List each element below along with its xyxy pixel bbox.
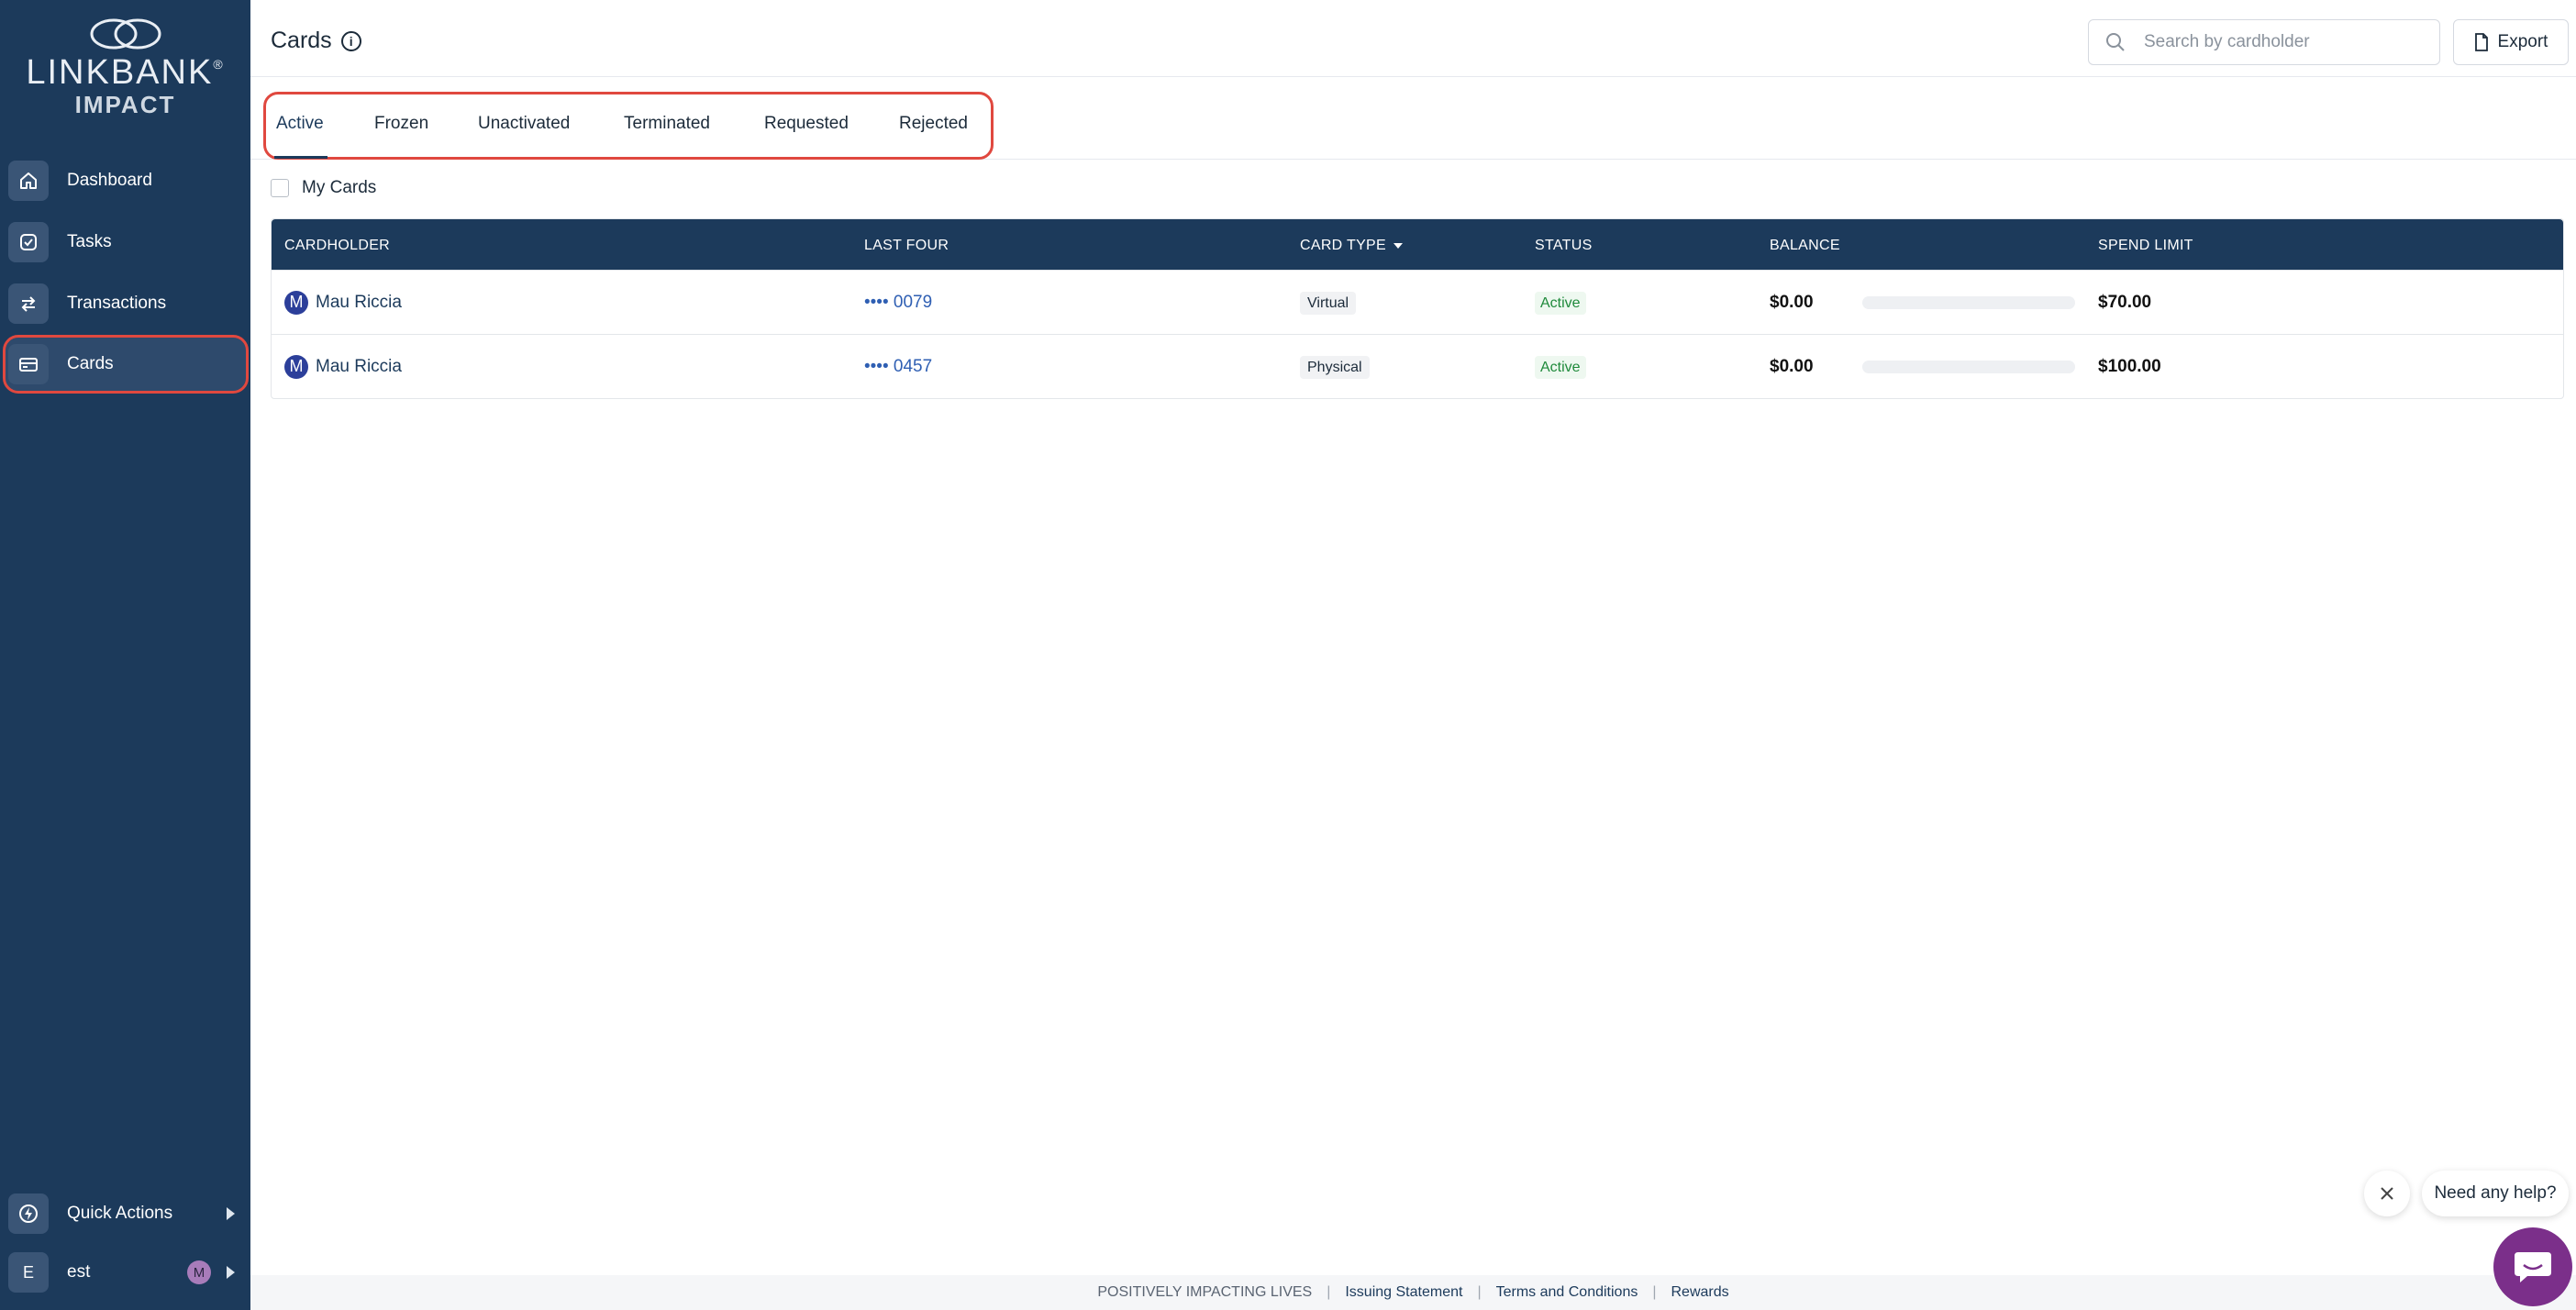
tab-active[interactable]: Active [276, 114, 324, 134]
my-cards-checkbox[interactable] [271, 179, 289, 197]
footer-divider: | [1477, 1284, 1482, 1300]
footer-link-issuing-statement[interactable]: Issuing Statement [1345, 1284, 1462, 1301]
spend-progress-bar [1862, 360, 2075, 373]
credit-card-icon [8, 344, 49, 384]
balance-value: $0.00 [1770, 356, 1814, 376]
user-name: est [67, 1262, 91, 1282]
linkbank-logo[interactable]: LINKBANK® IMPACT [0, 17, 250, 136]
file-icon [2474, 33, 2488, 51]
sidebar-item-label: Transactions [67, 294, 167, 313]
sort-down-icon [1393, 242, 1403, 249]
spend-progress-bar [1862, 295, 2075, 309]
info-icon[interactable]: i [340, 30, 361, 51]
header-last-four[interactable]: LAST FOUR [864, 238, 949, 254]
transfer-arrows-icon [8, 283, 49, 324]
avatar: M [284, 354, 308, 379]
status-badge: Active [1535, 355, 1586, 379]
sidebar-item-label: Cards [67, 354, 114, 373]
cardholder-cell: M Mau Riccia [284, 290, 402, 315]
status-badge: Active [1535, 291, 1586, 315]
header-card-type[interactable]: CARD TYPE [1300, 238, 1403, 254]
sidebar-item-label: Quick Actions [67, 1204, 173, 1223]
export-label: Export [2497, 32, 2548, 51]
last-four-link[interactable]: •••• 0457 [864, 357, 932, 377]
chat-button[interactable] [2493, 1227, 2572, 1306]
spend-limit-value: $70.00 [2098, 292, 2152, 312]
footer-divider: | [1652, 1284, 1657, 1300]
rings-logo-icon [90, 18, 161, 50]
sidebar-item-transactions[interactable]: Transactions [6, 277, 246, 330]
footer-tagline: POSITIVELY IMPACTING LIVES [1097, 1284, 1313, 1300]
logo-brand: LINKBANK® [26, 53, 225, 92]
caret-right-icon [227, 1266, 235, 1279]
card-status-tabs: Active Frozen Unactivated Terminated Req… [250, 77, 2576, 160]
tab-terminated[interactable]: Terminated [624, 114, 710, 134]
header-cardholder[interactable]: CARDHOLDER [284, 238, 390, 254]
tab-requested[interactable]: Requested [764, 114, 849, 134]
card-type-badge: Virtual [1300, 291, 1357, 315]
help-bubble[interactable]: Need any help? [2422, 1171, 2569, 1216]
footer-link-rewards[interactable]: Rewards [1671, 1284, 1729, 1301]
sidebar-item-dashboard[interactable]: Dashboard [6, 154, 246, 207]
footer: POSITIVELY IMPACTING LIVES | Issuing Sta… [250, 1275, 2576, 1310]
tab-rejected[interactable]: Rejected [899, 114, 968, 134]
active-tab-indicator [274, 156, 328, 159]
status-cell: Active [1535, 291, 1586, 315]
sidebar-item-cards[interactable]: Cards [3, 335, 249, 394]
org-initial: E [8, 1252, 49, 1293]
lightning-icon [8, 1193, 49, 1234]
cardholder-name[interactable]: Mau Riccia [316, 357, 402, 376]
table-row[interactable]: M Mau Riccia •••• 0079 Virtual Active $0.… [272, 270, 2563, 334]
my-cards-label: My Cards [302, 178, 377, 197]
table-row[interactable]: M Mau Riccia •••• 0457 Physical Active $0… [272, 334, 2563, 398]
home-icon [8, 161, 49, 201]
page-title: Cards i [271, 28, 361, 54]
avatar: M [187, 1260, 211, 1284]
spend-limit-value: $100.00 [2098, 356, 2161, 376]
balance-value: $0.00 [1770, 292, 1814, 312]
footer-link-terms[interactable]: Terms and Conditions [1496, 1284, 1638, 1301]
close-icon [2381, 1187, 2393, 1200]
header-spend-limit[interactable]: SPEND LIMIT [2098, 238, 2193, 254]
table-header: CARDHOLDER LAST FOUR CARD TYPE STATUS BA… [272, 219, 2563, 270]
avatar: M [284, 290, 308, 315]
sidebar-user-menu[interactable]: E est M [6, 1246, 246, 1299]
export-button[interactable]: Export [2453, 19, 2569, 65]
close-help-button[interactable] [2364, 1171, 2410, 1216]
tab-frozen[interactable]: Frozen [374, 114, 428, 134]
header-balance[interactable]: BALANCE [1770, 238, 1840, 254]
search-input[interactable] [2144, 32, 2419, 52]
sidebar-item-tasks[interactable]: Tasks [6, 216, 246, 269]
footer-divider: | [1327, 1284, 1331, 1300]
cards-table: CARDHOLDER LAST FOUR CARD TYPE STATUS BA… [271, 218, 2564, 399]
header-status[interactable]: STATUS [1535, 238, 1593, 254]
card-type-cell: Virtual [1300, 291, 1357, 315]
card-type-badge: Physical [1300, 355, 1370, 379]
card-type-cell: Physical [1300, 355, 1370, 379]
header: Cards i Export [250, 0, 2576, 77]
sidebar-item-label: Tasks [67, 232, 112, 251]
search-box[interactable] [2088, 19, 2440, 65]
my-cards-filter: My Cards [271, 178, 376, 198]
logo-sub: IMPACT [74, 91, 176, 118]
sidebar: LINKBANK® IMPACT Dashboard Tasks Transac… [0, 0, 250, 1310]
cardholder-cell: M Mau Riccia [284, 354, 402, 379]
chat-icon [2515, 1252, 2551, 1282]
status-cell: Active [1535, 355, 1586, 379]
sidebar-item-quick-actions[interactable]: Quick Actions [6, 1187, 246, 1240]
search-icon [2106, 33, 2125, 51]
sidebar-item-label: Dashboard [67, 171, 152, 190]
cardholder-name[interactable]: Mau Riccia [316, 293, 402, 312]
check-circle-icon [8, 222, 49, 262]
tab-unactivated[interactable]: Unactivated [478, 114, 570, 134]
caret-right-icon [227, 1207, 235, 1220]
last-four-link[interactable]: •••• 0079 [864, 293, 932, 313]
